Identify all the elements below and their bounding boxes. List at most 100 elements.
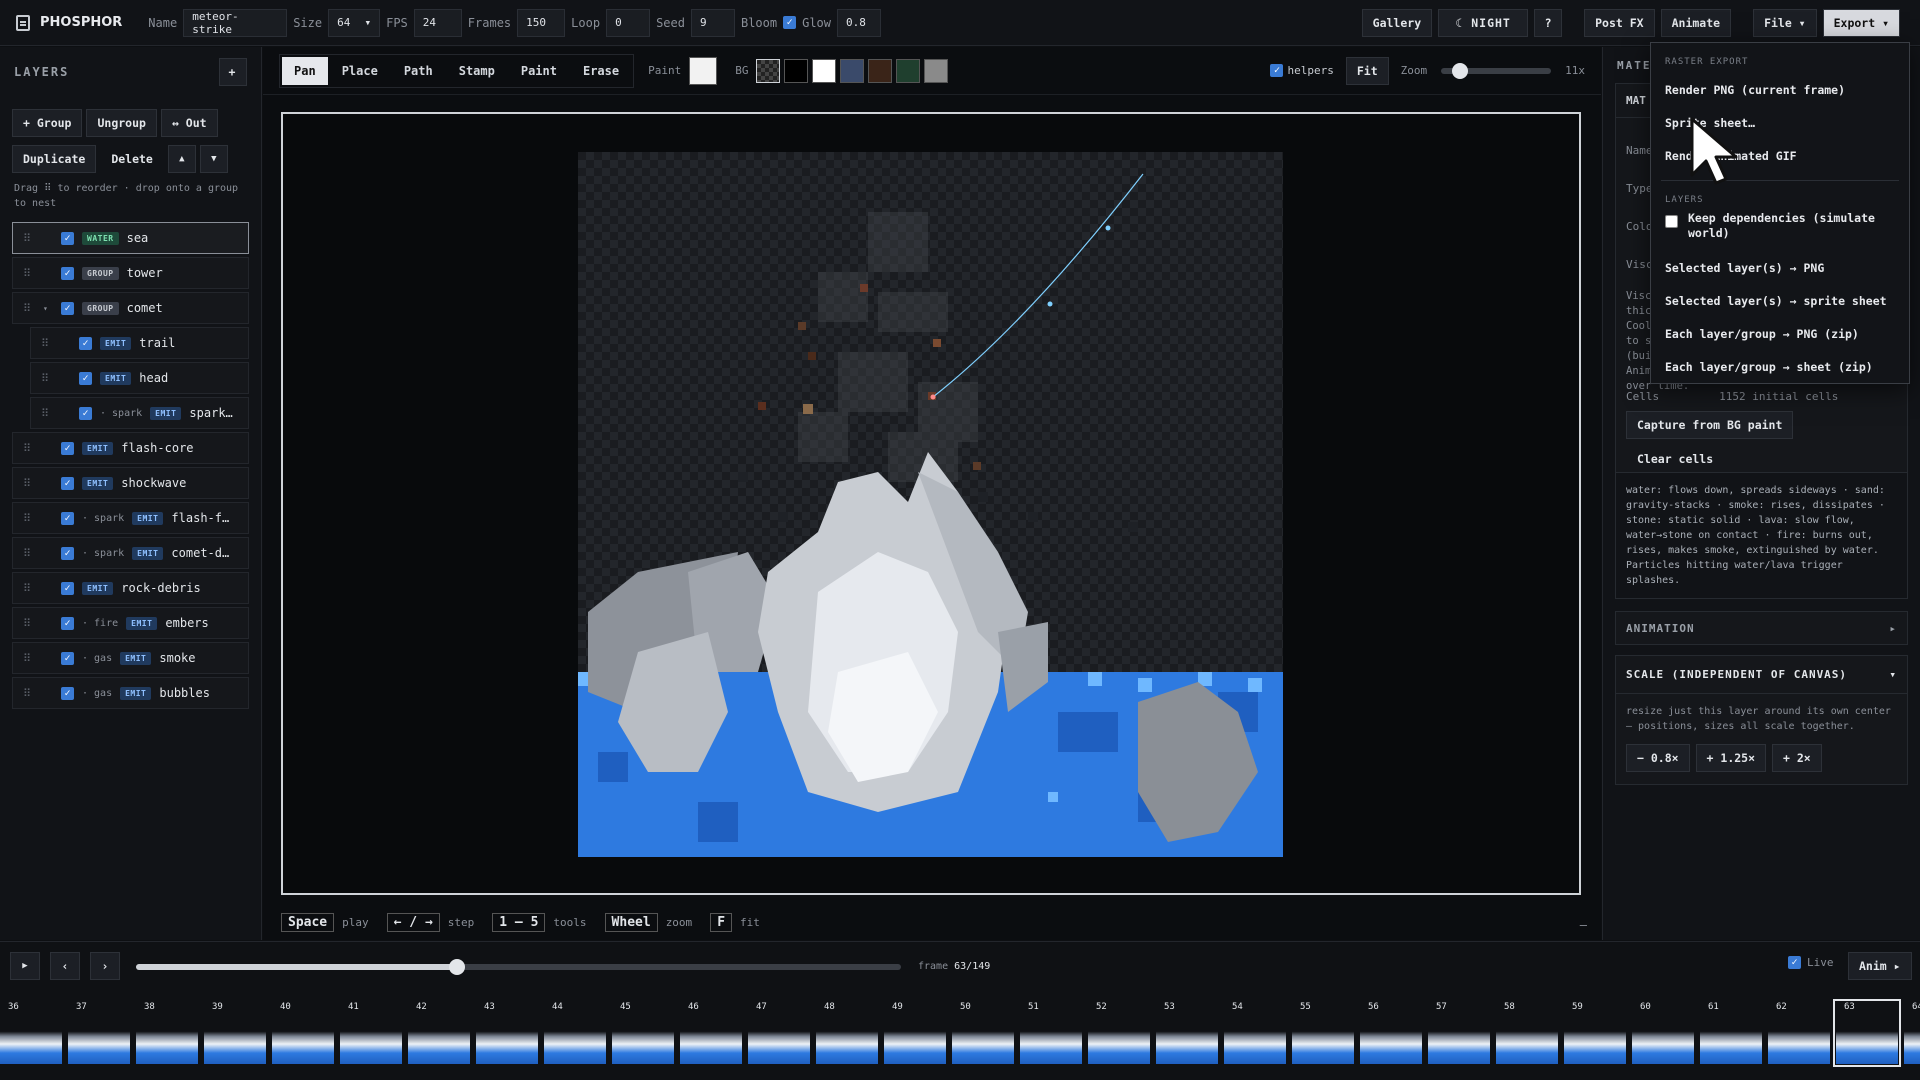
layer-row[interactable]: ⠿ ▾ ✓ GROUP comet — [12, 292, 249, 324]
loop-input[interactable]: 0 — [606, 8, 651, 37]
layer-visibility-checkbox[interactable]: ✓ — [61, 581, 74, 595]
frame-thumbnail[interactable]: 49 — [884, 1002, 946, 1064]
fps-input[interactable]: 24 — [413, 8, 462, 37]
drag-handle-icon[interactable]: ⠿ — [23, 477, 35, 490]
layer-row[interactable]: ⠿ ✓ · spark EMIT spark… — [30, 397, 249, 429]
export-menu-button[interactable]: Export ▾ — [1822, 8, 1900, 37]
capture-bg-button[interactable]: Capture from BG paint — [1626, 411, 1794, 439]
each-sheet-zip-item[interactable]: Each layer/group → sheet (zip) — [1651, 350, 1909, 383]
tool-stamp-button[interactable]: Stamp — [447, 57, 507, 85]
scene-canvas[interactable] — [578, 152, 1283, 857]
frame-thumbnail[interactable]: 52 — [1088, 1002, 1150, 1064]
layer-visibility-checkbox[interactable]: ✓ — [79, 406, 92, 420]
anim-button[interactable]: Anim ▸ — [1848, 952, 1912, 980]
layer-visibility-checkbox[interactable]: ✓ — [79, 371, 92, 385]
drag-handle-icon[interactable]: ⠿ — [23, 687, 35, 700]
each-png-zip-item[interactable]: Each layer/group → PNG (zip) — [1651, 317, 1909, 350]
frame-thumbnail[interactable]: 45 — [612, 1002, 674, 1064]
animation-section[interactable]: ANIMATION ▸ — [1615, 611, 1908, 645]
bg-color-swatch[interactable] — [756, 58, 781, 83]
keep-dependencies-option[interactable]: Keep dependencies (simulate world) — [1651, 211, 1909, 251]
path-node-start[interactable] — [930, 394, 936, 400]
gallery-button[interactable]: Gallery — [1361, 8, 1433, 37]
drag-handle-icon[interactable]: ⠿ — [23, 232, 35, 245]
duplicate-button[interactable]: Duplicate — [12, 145, 97, 173]
animate-button[interactable]: Animate — [1660, 8, 1732, 37]
group-caret-icon[interactable]: ▾ — [43, 304, 53, 313]
frame-thumbnail[interactable]: 47 — [748, 1002, 810, 1064]
play-button[interactable]: ▶ — [10, 952, 40, 980]
layer-visibility-checkbox[interactable]: ✓ — [79, 336, 92, 350]
frame-thumbnail[interactable]: 50 — [952, 1002, 1014, 1064]
bg-color-swatch[interactable] — [896, 58, 921, 83]
layer-visibility-checkbox[interactable]: ✓ — [61, 511, 74, 525]
name-input[interactable]: meteor-strike — [183, 8, 288, 37]
frame-thumbnail[interactable]: 63 — [1833, 999, 1901, 1067]
frame-thumbnail[interactable]: 38 — [136, 1002, 198, 1064]
layer-visibility-checkbox[interactable]: ✓ — [61, 616, 74, 630]
selected-png-item[interactable]: Selected layer(s) → PNG — [1651, 251, 1909, 284]
layer-row[interactable]: ⠿ ✓ EMIT head — [30, 362, 249, 394]
frame-thumbnail[interactable]: 44 — [544, 1002, 606, 1064]
drag-handle-icon[interactable]: ⠿ — [23, 617, 35, 630]
size-select[interactable]: 64 ▾ — [328, 8, 381, 37]
scale-header[interactable]: SCALE (INDEPENDENT OF CANVAS) ▾ — [1616, 656, 1907, 694]
out-button[interactable]: ↔ Out — [160, 109, 218, 137]
layer-row[interactable]: ⠿ ✓ · spark EMIT flash-f… — [12, 502, 249, 534]
path-node[interactable] — [1105, 225, 1111, 231]
drag-handle-icon[interactable]: ⠿ — [23, 302, 35, 315]
layer-row[interactable]: ⠿ ✓ · gas EMIT bubbles — [12, 677, 249, 709]
layer-row[interactable]: ⠿ ✓ EMIT rock-debris — [12, 572, 249, 604]
layer-row[interactable]: ⠿ ✓ · spark EMIT comet-d… — [12, 537, 249, 569]
ungroup-button[interactable]: Ungroup — [86, 109, 157, 137]
frame-thumbnail[interactable]: 62 — [1768, 1002, 1830, 1064]
selected-sheet-item[interactable]: Selected layer(s) → sprite sheet — [1651, 284, 1909, 317]
add-layer-button[interactable]: + — [219, 58, 247, 86]
layer-visibility-checkbox[interactable]: ✓ — [61, 441, 74, 455]
layer-row[interactable]: ⠿ ✓ EMIT trail — [30, 327, 249, 359]
delete-button[interactable]: Delete — [100, 145, 164, 173]
keep-dependencies-checkbox[interactable] — [1665, 215, 1678, 228]
bloom-checkbox[interactable]: ✓ — [783, 16, 797, 29]
drag-handle-icon[interactable]: ⠿ — [23, 512, 35, 525]
move-up-button[interactable]: ▲ — [167, 145, 196, 173]
frame-thumbnail[interactable]: 57 — [1428, 1002, 1490, 1064]
layer-row[interactable]: ⠿ ✓ WATER sea — [12, 222, 249, 254]
frame-scrubber[interactable] — [136, 959, 901, 975]
tool-path-button[interactable]: Path — [392, 57, 445, 85]
frame-thumbnail[interactable]: 55 — [1292, 1002, 1354, 1064]
drag-handle-icon[interactable]: ⠿ — [23, 442, 35, 455]
bg-color-swatch[interactable] — [812, 58, 837, 83]
frame-thumbnail[interactable]: 43 — [476, 1002, 538, 1064]
layer-visibility-checkbox[interactable]: ✓ — [61, 546, 74, 560]
add-group-button[interactable]: + Group — [12, 109, 83, 137]
help-button[interactable]: ? — [1534, 8, 1563, 37]
frame-thumbnail[interactable]: 36 — [0, 1002, 62, 1064]
layer-row[interactable]: ⠿ ✓ EMIT flash-core — [12, 432, 249, 464]
live-checkbox[interactable]: ✓ — [1788, 956, 1801, 969]
helpers-checkbox[interactable]: ✓ — [1270, 64, 1284, 77]
drag-handle-icon[interactable]: ⠿ — [41, 407, 53, 420]
scale-up-button[interactable]: + 1.25× — [1695, 744, 1767, 772]
zoom-slider-knob[interactable] — [1452, 62, 1469, 79]
frame-thumbnail[interactable]: 37 — [68, 1002, 130, 1064]
layer-visibility-checkbox[interactable]: ✓ — [61, 686, 74, 700]
layer-visibility-checkbox[interactable]: ✓ — [61, 231, 74, 245]
layer-visibility-checkbox[interactable]: ✓ — [61, 266, 74, 280]
scale-double-button[interactable]: + 2× — [1772, 744, 1822, 772]
drag-handle-icon[interactable]: ⠿ — [23, 582, 35, 595]
path-node[interactable] — [1047, 301, 1053, 307]
drag-handle-icon[interactable]: ⠿ — [41, 337, 53, 350]
tool-pan-button[interactable]: Pan — [282, 56, 328, 85]
file-menu-button[interactable]: File ▾ — [1753, 8, 1817, 37]
bg-color-swatch[interactable] — [924, 58, 949, 83]
frame-thumbnail[interactable]: 56 — [1360, 1002, 1422, 1064]
render-png-item[interactable]: Render PNG (current frame) — [1651, 73, 1909, 106]
bg-color-swatch[interactable] — [784, 58, 809, 83]
postfx-button[interactable]: Post FX — [1584, 8, 1655, 37]
layer-row[interactable]: ⠿ ✓ · gas EMIT smoke — [12, 642, 249, 674]
drag-handle-icon[interactable]: ⠿ — [23, 652, 35, 665]
tool-paint-button[interactable]: Paint — [509, 57, 569, 85]
frame-thumbnail[interactable]: 64 — [1904, 1002, 1920, 1064]
night-mode-button[interactable]: ☾ NIGHT — [1438, 8, 1529, 37]
